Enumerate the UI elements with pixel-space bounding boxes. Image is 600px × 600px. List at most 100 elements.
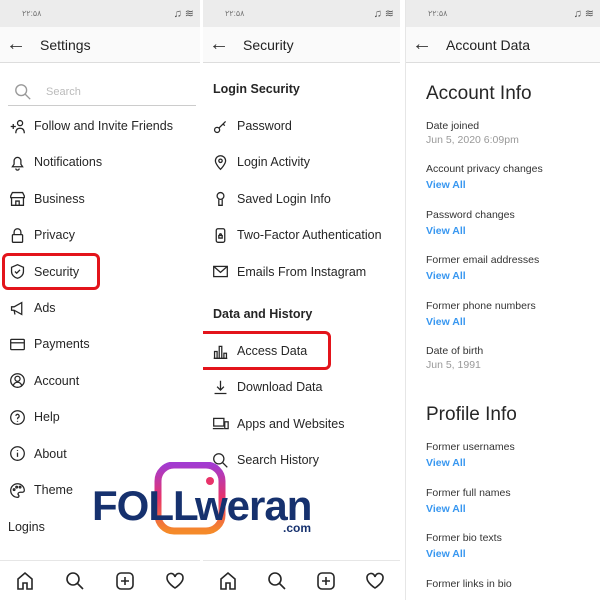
back-arrow-icon[interactable]: ← <box>412 33 432 56</box>
keyhole-icon <box>211 190 229 208</box>
mail-icon <box>211 263 229 281</box>
header: ← Settings <box>0 27 200 63</box>
former-usernames-view-all-link[interactable]: View All <box>426 457 466 469</box>
security-highlight <box>2 253 100 290</box>
page-title: Security <box>243 37 294 53</box>
status-time: ۲۲:۵۸ <box>428 9 448 18</box>
settings-item-about[interactable]: About <box>8 442 67 466</box>
password-changes-label: Password changes <box>426 208 515 221</box>
settings-item-notifications[interactable]: Notifications <box>8 150 102 174</box>
dob-value: Jun 5, 1991 <box>426 359 481 371</box>
logins-heading: Logins <box>8 520 45 534</box>
bell-icon <box>8 153 26 171</box>
account-data-screen: ۲۲:۵۸ ♫ ≋ ← Account Data Account Info Date… <box>405 0 600 600</box>
back-arrow-icon[interactable]: ← <box>209 33 229 56</box>
status-icons: ♫ ≋ <box>373 8 394 20</box>
help-icon <box>8 408 26 426</box>
row-label: Account <box>34 373 80 388</box>
row-label: Saved Login Info <box>237 191 331 206</box>
svg-text:.com: .com <box>283 521 311 535</box>
bottom-nav <box>0 560 200 600</box>
row-label: Login Activity <box>237 155 310 170</box>
palette-icon <box>8 481 26 499</box>
status-icons: ♫ ≋ <box>573 8 594 20</box>
security-item-download-data[interactable]: Download Data <box>211 375 322 399</box>
profile-info-heading: Profile Info <box>426 404 517 425</box>
devices-icon <box>211 415 229 433</box>
person-icon <box>8 372 26 390</box>
download-icon <box>211 378 229 396</box>
add-person-icon <box>8 117 26 135</box>
shop-icon <box>8 190 26 208</box>
former-bio-texts-view-all-link[interactable]: View All <box>426 548 466 560</box>
data-history-heading: Data and History <box>213 307 313 321</box>
account-privacy-changes-view-all-link[interactable]: View All <box>426 179 466 191</box>
password-changes-view-all-link[interactable]: View All <box>426 225 466 237</box>
status-icons: ♫ ≋ <box>173 8 194 20</box>
former-email-addresses-label: Former email addresses <box>426 254 540 267</box>
security-item-apps-and-websites[interactable]: Apps and Websites <box>211 412 344 436</box>
settings-item-theme[interactable]: Theme <box>8 478 73 502</box>
settings-item-payments[interactable]: Payments <box>8 332 90 356</box>
card-icon <box>8 335 26 353</box>
heart-icon[interactable] <box>165 571 185 591</box>
status-time: ۲۲:۵۸ <box>225 9 245 18</box>
settings-item-business[interactable]: Business <box>8 187 85 211</box>
security-item-saved-login-info[interactable]: Saved Login Info <box>211 187 331 211</box>
status-bar: ۲۲:۵۸ ♫ ≋ <box>406 0 600 27</box>
home-icon[interactable] <box>218 571 238 591</box>
search-icon[interactable] <box>267 571 287 591</box>
row-label: About <box>34 446 67 461</box>
row-label: Payments <box>34 337 90 352</box>
row-label: Privacy <box>34 228 75 243</box>
lock-icon <box>8 226 26 244</box>
former-bio-texts-label: Former bio texts <box>426 532 502 545</box>
security-item-two-factor-authentication[interactable]: Two-Factor Authentication <box>211 223 382 247</box>
row-label: Notifications <box>34 155 103 170</box>
settings-item-follow[interactable]: Follow and Invite Friends <box>8 114 173 138</box>
row-label: Download Data <box>237 380 323 395</box>
settings-item-account[interactable]: Account <box>8 369 79 393</box>
date-joined-value: Jun 5, 2020 6:09pm <box>426 134 519 146</box>
row-label: Two-Factor Authentication <box>237 228 382 243</box>
row-label: Apps and Websites <box>237 416 345 431</box>
account-info-heading: Account Info <box>426 83 532 104</box>
former-email-addresses-view-all-link[interactable]: View All <box>426 270 466 282</box>
former-full-names-view-all-link[interactable]: View All <box>426 503 466 515</box>
former-full-names-label: Former full names <box>426 486 511 499</box>
followeran-logo: FOLL weran .com <box>92 462 312 535</box>
page-title: Account Data <box>446 37 531 53</box>
heart-icon[interactable] <box>365 571 385 591</box>
row-label: Business <box>34 191 85 206</box>
status-bar: ۲۲:۵۸ ♫ ≋ <box>0 0 200 27</box>
location-icon <box>211 153 229 171</box>
status-time: ۲۲:۵۸ <box>22 9 42 18</box>
header: ← Security <box>203 27 400 63</box>
add-post-icon[interactable] <box>316 571 336 591</box>
row-label: Ads <box>34 301 56 315</box>
search-icon[interactable] <box>65 571 85 591</box>
home-icon[interactable] <box>15 571 35 591</box>
add-post-icon[interactable] <box>115 571 135 591</box>
search-placeholder: Search <box>46 85 81 98</box>
row-label: Help <box>34 410 60 425</box>
back-arrow-icon[interactable]: ← <box>6 33 26 56</box>
settings-item-help[interactable]: Help <box>8 405 60 429</box>
former-phone-numbers-view-all-link[interactable]: View All <box>426 316 466 328</box>
settings-item-ads[interactable]: Ads <box>8 296 56 320</box>
header: ← Account Data <box>406 27 600 63</box>
settings-item-privacy[interactable]: Privacy <box>8 223 75 247</box>
security-item-password[interactable]: Password <box>211 114 292 138</box>
login-security-heading: Login Security <box>213 82 300 96</box>
access-data-highlight <box>203 331 331 370</box>
info-icon <box>8 445 26 463</box>
row-label: Theme <box>34 483 73 497</box>
security-item-login-activity[interactable]: Login Activity <box>211 150 310 174</box>
search-input[interactable]: Search <box>8 78 196 106</box>
bottom-nav <box>203 560 400 600</box>
security-item-emails-from-instagram[interactable]: Emails From Instagram <box>211 260 366 284</box>
former-links-label: Former links in bio <box>426 578 512 590</box>
phone-lock-icon <box>211 226 229 244</box>
megaphone-icon <box>8 299 26 317</box>
former-phone-numbers-label: Former phone numbers <box>426 299 536 312</box>
